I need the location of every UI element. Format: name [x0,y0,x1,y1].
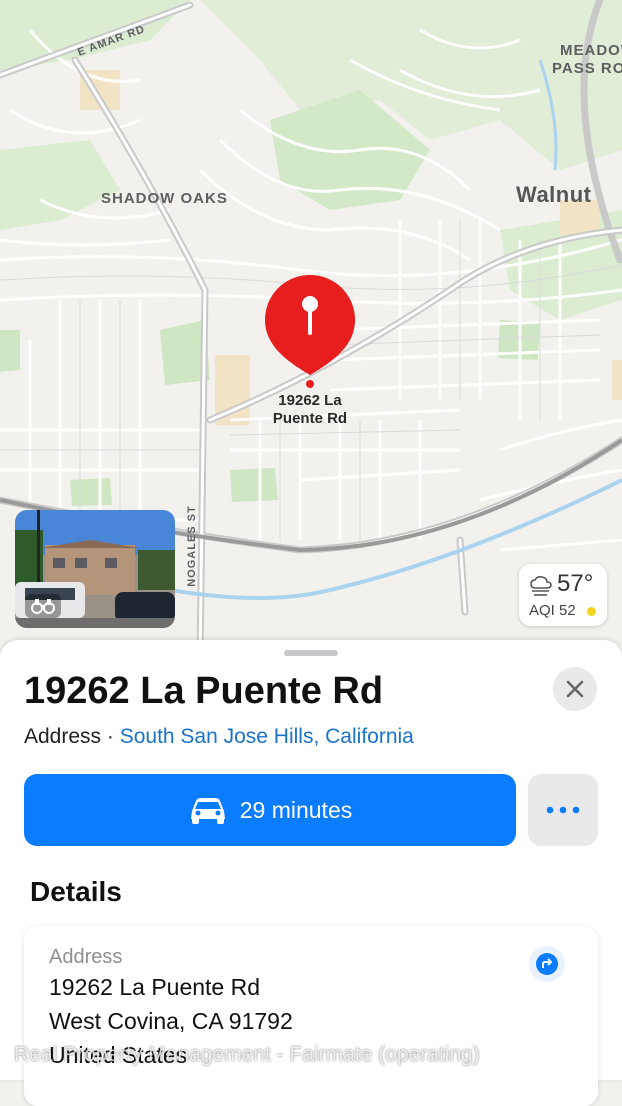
map-pin-label-line1: 19262 La [278,392,342,409]
more-button[interactable] [528,774,598,846]
look-around-thumbnail[interactable] [15,510,175,628]
aqi-indicator-dot [587,607,596,616]
map-pin-dot [306,380,314,388]
close-button[interactable] [553,667,597,711]
map-pin-label[interactable]: 19262 La Puente Rd [250,392,370,428]
map-pin-label-line2: Puente Rd [272,410,348,427]
watermark-text: Real Property Management - Fairmate (ope… [14,1043,480,1066]
address-line-2: West Covina, CA 91792 [49,1008,293,1034]
place-category: Address · [24,725,120,748]
map-label-nogales-st: NOGALES ST [186,505,198,587]
address-line-1: 19262 La Puente Rd [49,974,261,1000]
map-label-walnut: Walnut [516,182,592,207]
details-heading: Details [30,876,122,907]
cloud-fog-icon [530,576,552,596]
directions-icon[interactable] [529,946,565,982]
route-time: 29 minutes [239,796,353,823]
place-subtitle: Address · South San Jose Hills, Californ… [24,725,414,749]
map-label-shadow-oaks: SHADOW OAKS [101,190,228,207]
directions-button[interactable]: 29 minutes [24,774,516,846]
weather-temperature: 57° [557,570,594,597]
map-label-pass-road: PASS ROA [552,60,622,77]
map-label-meadow: MEADOW [560,42,622,59]
place-card-sheet[interactable]: 19262 La Puente Rd Address · South San J… [0,640,622,1106]
car-icon [190,798,225,824]
map-view[interactable]: E AMAR RD MEADOW PASS ROA SHADOW OAKS Wa… [0,0,622,660]
ellipsis-icon [546,806,580,814]
close-icon [566,680,584,698]
weather-widget[interactable]: 57° AQI 52 [519,564,607,626]
locality-link[interactable]: South San Jose Hills, California [120,725,414,748]
sheet-grabber[interactable] [284,650,338,656]
address-card[interactable]: Address 19262 La Puente Rd West Covina, … [24,926,598,1106]
binoculars-icon[interactable] [25,594,61,618]
weather-aqi: AQI 52 [529,602,576,619]
place-title: 19262 La Puente Rd [24,670,384,712]
address-label: Address [49,946,123,968]
